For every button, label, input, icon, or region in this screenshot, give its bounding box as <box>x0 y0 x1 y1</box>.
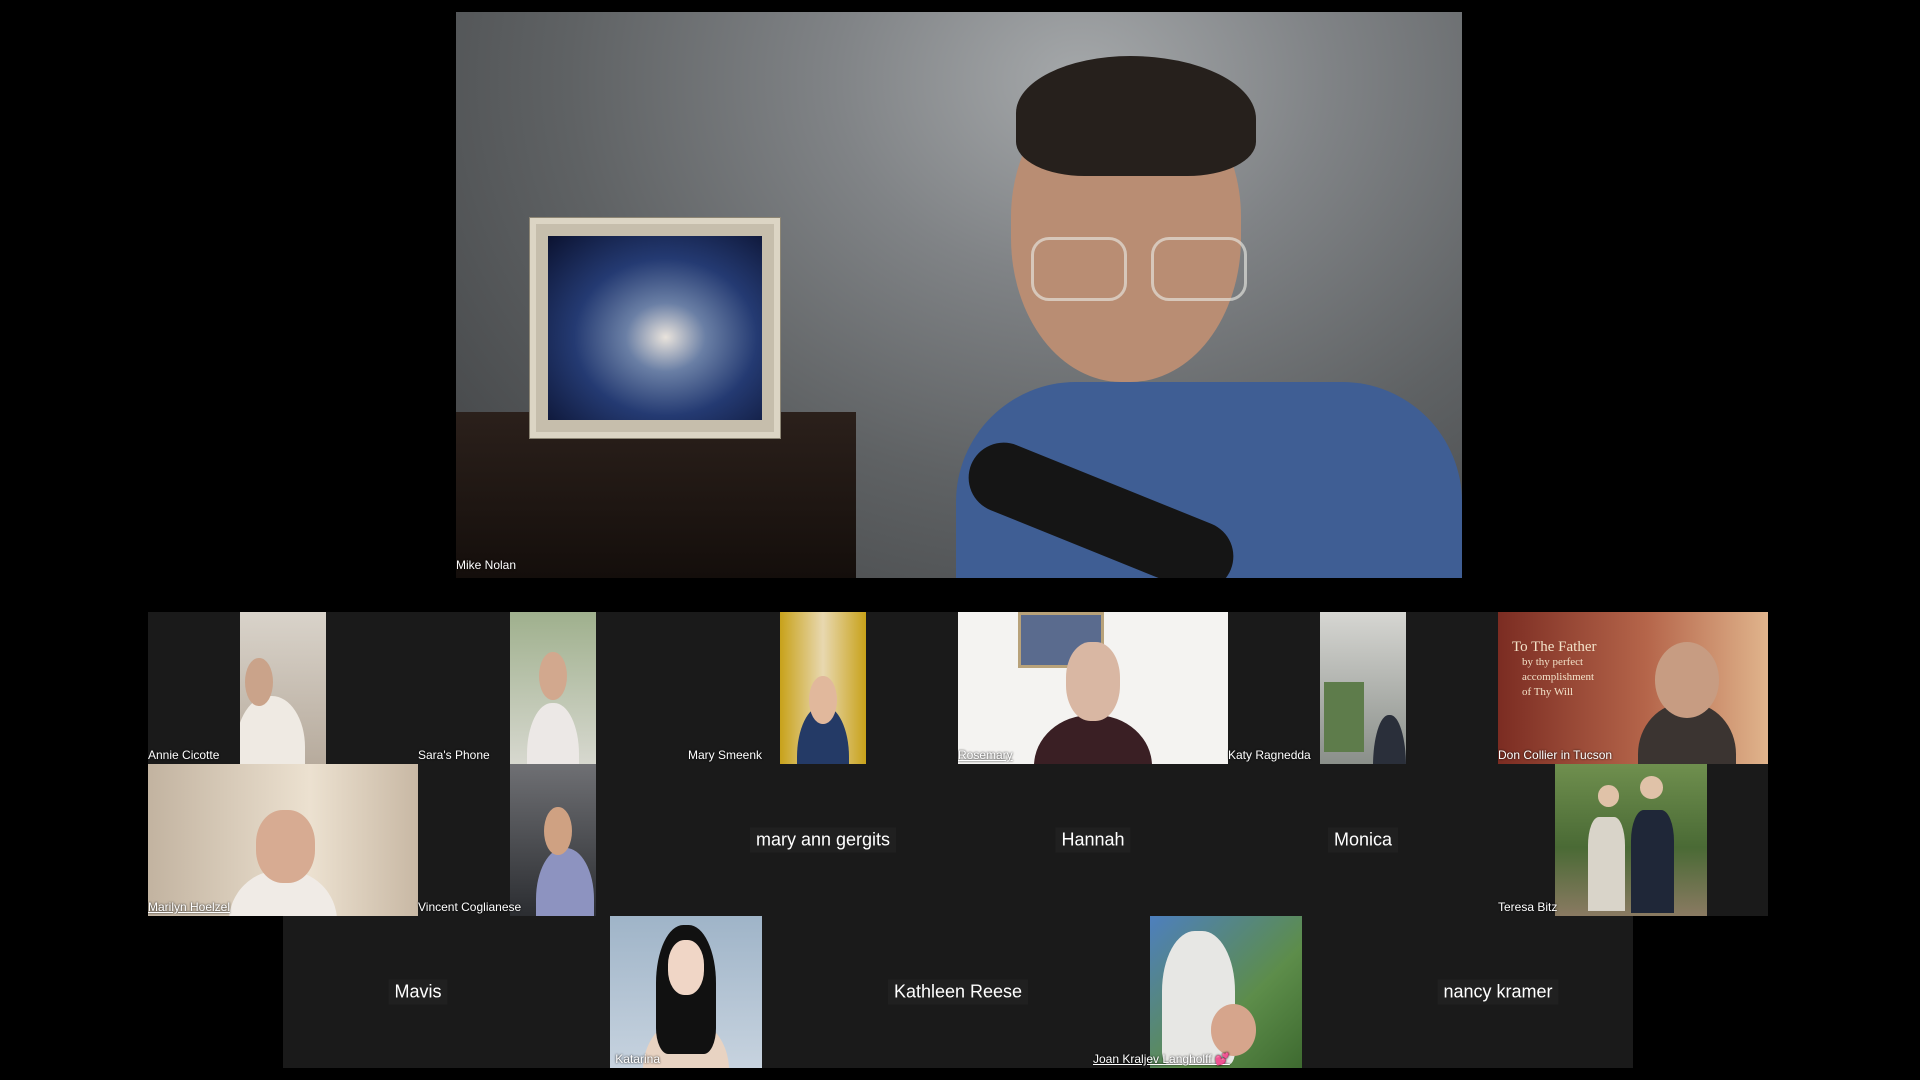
participant-video <box>240 612 326 764</box>
participant-video <box>610 916 762 1068</box>
speaker-name: Mike Nolan <box>456 558 517 572</box>
participant-video <box>148 764 418 916</box>
participant-name: mary ann gergits <box>749 827 897 853</box>
participant-video <box>1320 612 1406 764</box>
participant-tile-mary-smeenk[interactable]: Mary Smeenk <box>688 612 958 764</box>
participant-tile-teresa[interactable]: Teresa Bitz <box>1498 764 1768 916</box>
participant-tile-katarina[interactable]: Katarina <box>553 916 823 1068</box>
participant-tile-kathleen[interactable]: Kathleen Reese <box>823 916 1093 1068</box>
participant-name: Katarina <box>615 1052 660 1066</box>
participant-tile-vincent[interactable]: Vincent Coglianese <box>418 764 688 916</box>
participant-tile-katy[interactable]: Katy Ragnedda <box>1228 612 1498 764</box>
participant-tile-rosemary[interactable]: Rosemary <box>958 612 1228 764</box>
participant-tile-nancy[interactable]: nancy kramer <box>1363 916 1633 1068</box>
participant-name: Katy Ragnedda <box>1228 748 1311 762</box>
video-overlay-text: accomplishment <box>1522 671 1595 683</box>
participant-name: Vincent Coglianese <box>418 900 522 914</box>
participant-name: Mavis <box>388 979 448 1005</box>
participant-tile-monica[interactable]: Monica <box>1228 764 1498 916</box>
participant-name: Annie Cicotte <box>148 748 220 762</box>
speaker-hair <box>1016 56 1256 176</box>
participant-video <box>510 764 596 916</box>
participant-name: Joan Kraljev Langholff 💕 <box>1093 1052 1230 1066</box>
participant-name: Monica <box>1327 827 1399 853</box>
participant-name: Rosemary <box>958 748 1013 762</box>
participant-tile-hannah[interactable]: Hannah <box>958 764 1228 916</box>
participant-tile-marilyn[interactable]: Marilyn Hoelzel <box>148 764 418 916</box>
participant-video <box>958 612 1228 764</box>
participant-tile-don[interactable]: To The Father by thy perfect accomplishm… <box>1498 612 1768 764</box>
active-speaker-video[interactable]: Mike Nolan <box>456 12 1462 578</box>
participant-tile-joan[interactable]: Joan Kraljev Langholff 💕 <box>1093 916 1363 1068</box>
participant-video <box>1150 916 1302 1068</box>
participant-video <box>1555 764 1707 916</box>
participant-name: Mary Smeenk <box>688 748 763 762</box>
participant-name: Hannah <box>1055 827 1131 853</box>
participant-video: To The Father by thy perfect accomplishm… <box>1498 612 1768 764</box>
participant-tile-mary-ann[interactable]: mary ann gergits <box>688 764 958 916</box>
participant-tile-annie[interactable]: Annie Cicotte <box>148 612 418 764</box>
framed-picture <box>529 217 781 439</box>
speaker-glasses <box>1031 237 1261 301</box>
participant-name: Don Collier in Tucson <box>1498 748 1613 762</box>
video-overlay-text: To The Father <box>1512 639 1597 655</box>
participant-name: Marilyn Hoelzel <box>148 900 231 914</box>
participant-name: Sara's Phone <box>418 748 490 762</box>
video-overlay-text: of Thy Will <box>1522 686 1574 698</box>
participant-name: Teresa Bitz <box>1498 900 1558 914</box>
participant-video <box>780 612 866 764</box>
participant-name: nancy kramer <box>1437 979 1559 1005</box>
video-overlay-text: by thy perfect <box>1522 656 1584 668</box>
participant-name: Kathleen Reese <box>887 979 1029 1005</box>
participant-video <box>510 612 596 764</box>
participant-tile-mavis[interactable]: Mavis <box>283 916 553 1068</box>
participant-tile-sara[interactable]: Sara's Phone <box>418 612 688 764</box>
